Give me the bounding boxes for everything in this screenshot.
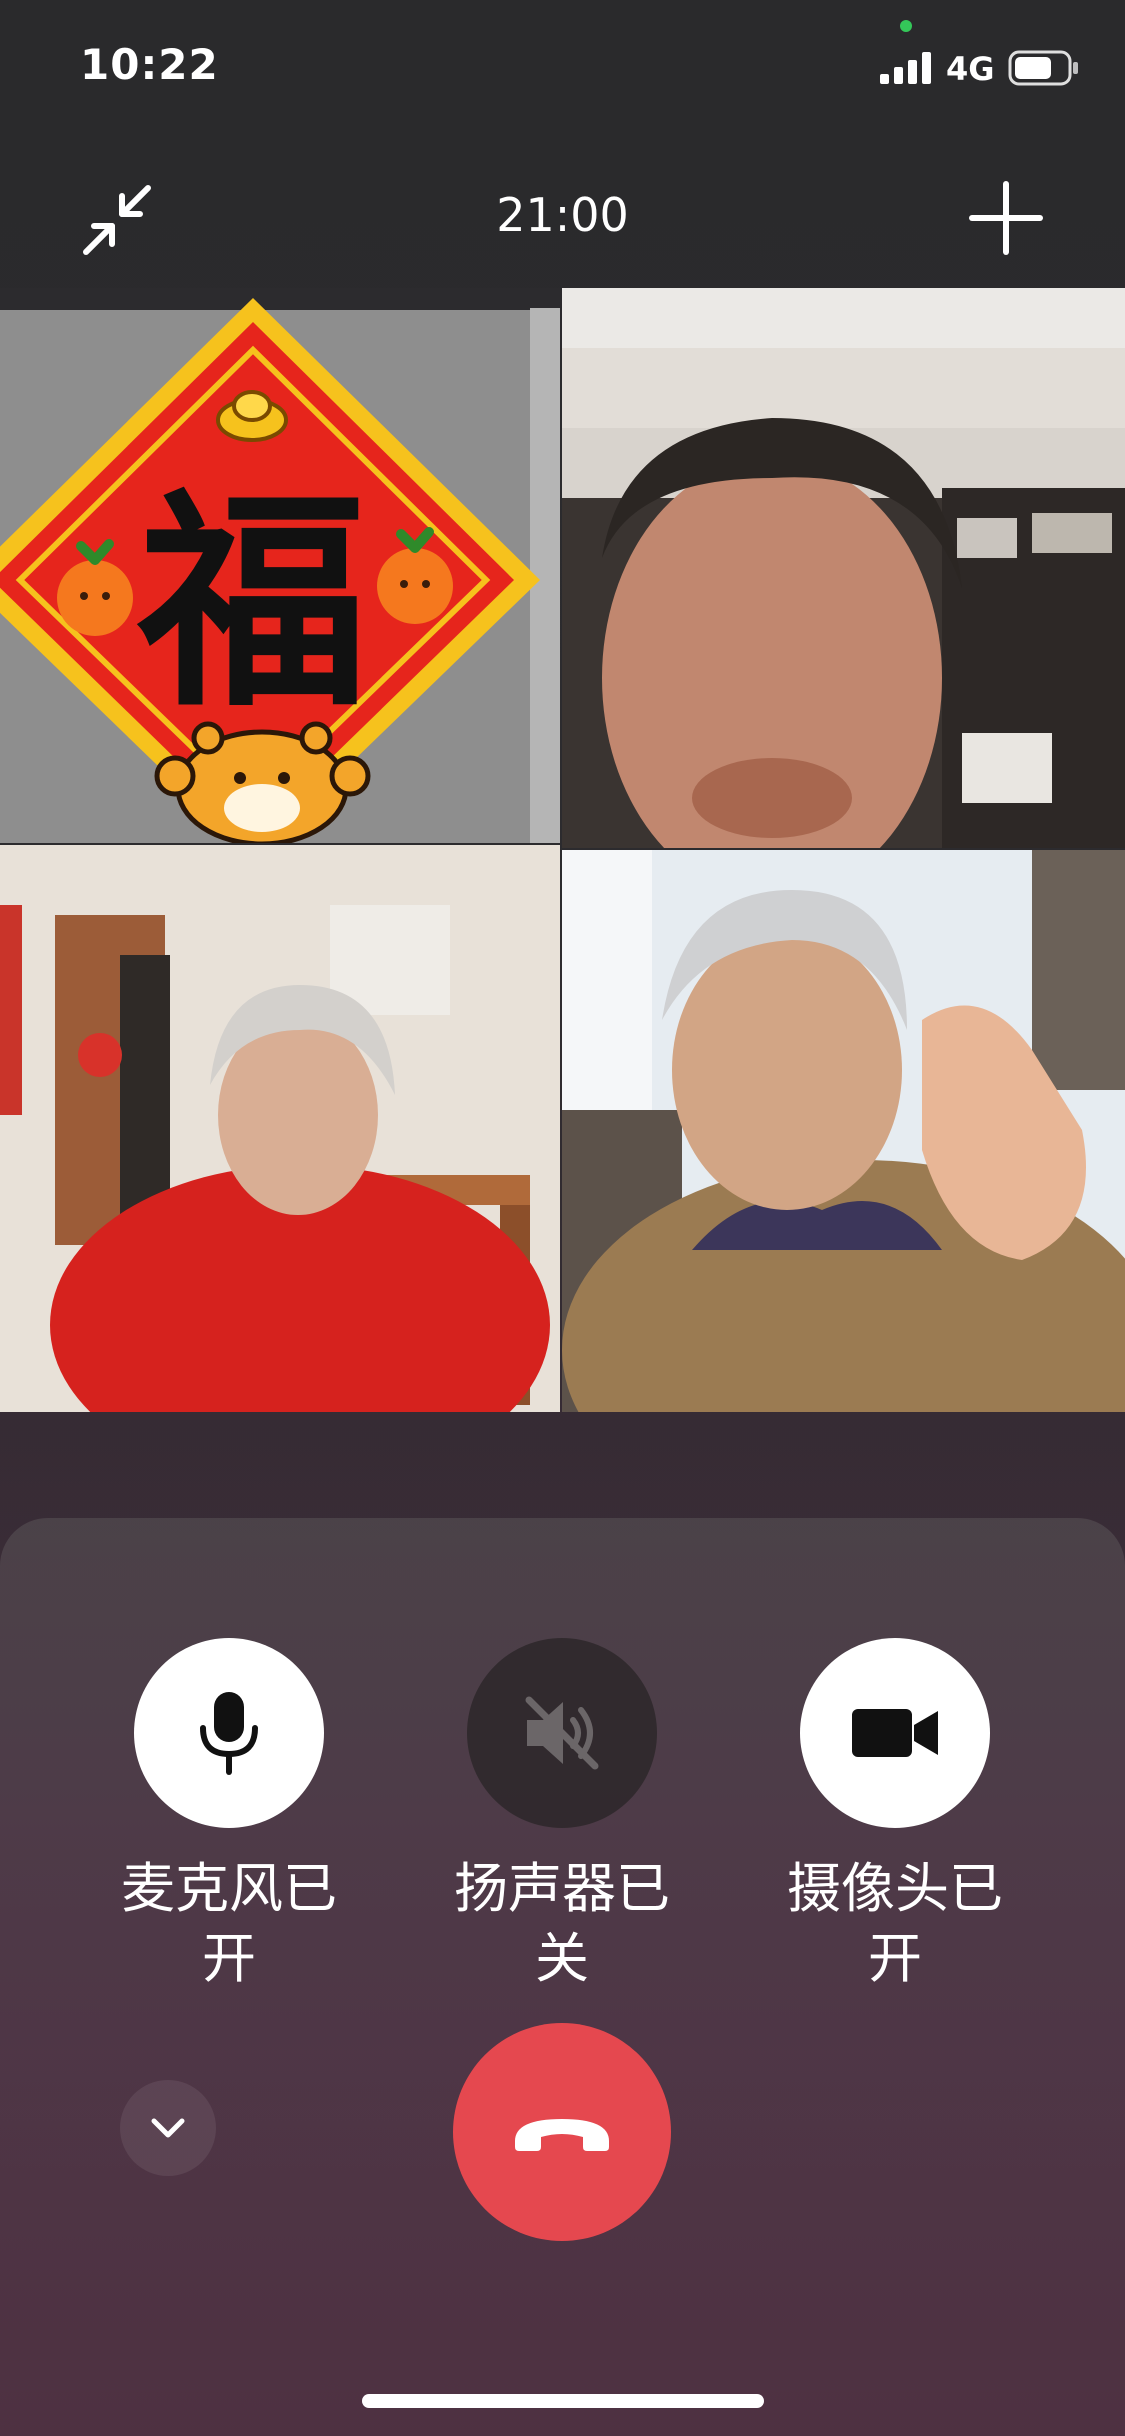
speaker-toggle-button[interactable] — [467, 1638, 657, 1828]
network-type: 4G — [946, 50, 995, 88]
call-header: 21:00 — [0, 160, 1125, 280]
speaker-muted-icon — [525, 1696, 599, 1770]
home-indicator[interactable] — [362, 2394, 764, 2408]
microphone-control: 麦克风已开 — [79, 1638, 379, 1994]
speaker-status-label: 扬声器已关 — [454, 1857, 670, 1990]
camera-status-label: 摄像头已开 — [787, 1857, 1003, 1990]
participant-video-3[interactable] — [0, 845, 560, 1412]
hang-up-button[interactable] — [453, 2023, 671, 2241]
video-camera-icon — [852, 1709, 938, 1757]
fu-character: 福 — [136, 471, 368, 738]
call-duration: 21:00 — [496, 188, 629, 242]
video-grid: 福 — [0, 288, 1125, 1412]
privacy-indicator-dot — [900, 20, 912, 32]
phone-hangup-icon — [515, 2119, 609, 2151]
speaker-control: 扬声器已关 — [412, 1638, 712, 1994]
microphone-status-label: 麦克风已开 — [121, 1857, 337, 1990]
battery-icon — [1008, 50, 1078, 86]
status-time: 10:22 — [80, 40, 219, 89]
collapse-panel-button[interactable] — [120, 2080, 216, 2176]
chevron-down-icon — [151, 2118, 185, 2138]
call-control-panel: 麦克风已开 扬声器已关 摄像头已开 — [0, 1518, 1125, 2436]
video-call-screen: 10:22 4G 21:00 福 麦克风已开 扬声器已关 摄像头已开 — [0, 0, 1125, 2436]
participant-video-2[interactable] — [562, 288, 1125, 848]
camera-toggle-button[interactable] — [800, 1638, 990, 1828]
status-bar: 10:22 4G — [0, 0, 1125, 140]
participant-tile-fu-sticker[interactable]: 福 — [0, 288, 560, 843]
participant-video-4[interactable] — [562, 850, 1125, 1412]
camera-control: 摄像头已开 — [745, 1638, 1045, 1994]
signal-bars-icon — [880, 52, 931, 84]
plus-icon[interactable] — [966, 178, 1046, 258]
microphone-toggle-button[interactable] — [134, 1638, 324, 1828]
microphone-icon — [200, 1692, 258, 1775]
